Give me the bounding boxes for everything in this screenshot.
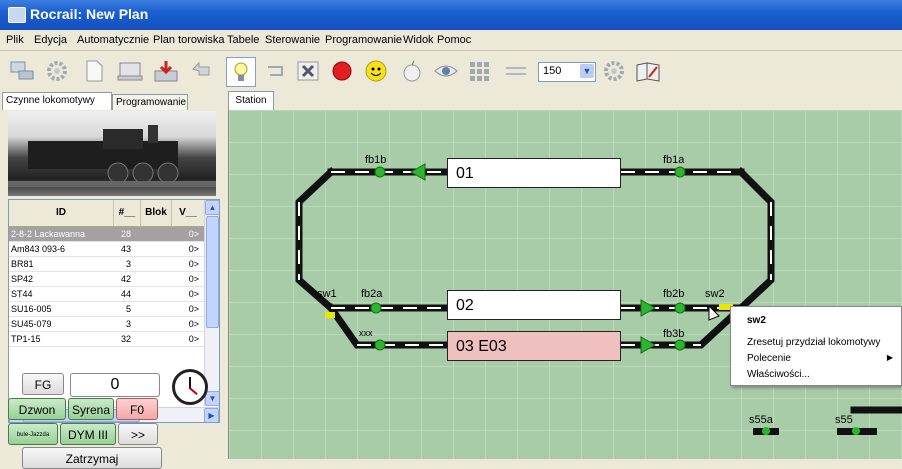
menu-edycja[interactable]: Edycja [34, 34, 67, 46]
block-02[interactable]: 02 [447, 290, 621, 320]
menu-item-reset-assignment[interactable]: Zresetuj przydział lokomotywy [747, 337, 880, 348]
column-header-speed[interactable]: V__ [172, 200, 205, 227]
block-03[interactable]: 03 E03 [447, 331, 621, 361]
apple-icon[interactable] [398, 57, 426, 85]
menu-tabele[interactable]: Tabele [227, 34, 259, 46]
block-01-label: 01 [456, 165, 474, 182]
tab-station[interactable]: Station [228, 91, 274, 110]
stop-button[interactable]: Zatrzymaj [22, 447, 162, 469]
loco-speed: 0> [188, 244, 199, 254]
table-row[interactable]: SU45-079 3 0> [9, 317, 204, 332]
menu-plik[interactable]: Plik [6, 34, 24, 46]
menu-bar: Plik Edycja Automatycznie Plan torowiska… [0, 30, 902, 51]
laptop-icon[interactable] [116, 57, 144, 85]
menu-programowanie[interactable]: Programowanie [325, 34, 402, 46]
syrena-button[interactable]: Syrena [68, 398, 114, 420]
menu-item-command[interactable]: Polecenie [747, 353, 791, 364]
title-bar: Rocrail: New Plan [0, 0, 902, 30]
dym-button[interactable]: DYM III [60, 423, 116, 445]
switch-label-sw1: sw1 [317, 288, 337, 300]
loop-icon[interactable] [262, 57, 290, 85]
zoom-select[interactable]: 150 ▼ [538, 62, 596, 82]
menu-plan-torowiska[interactable]: Plan torowiska [153, 34, 225, 46]
loco-speed: 0> [188, 304, 199, 314]
table-row[interactable]: 2-8-2 Lackawanna 28 0> [9, 227, 204, 242]
settings-icon[interactable] [44, 57, 72, 85]
left-panel: Czynne lokomotywy Programowanie ID #__ B… [0, 91, 225, 469]
book-icon[interactable] [634, 57, 662, 85]
loco-speed: 0> [188, 229, 199, 239]
fg-button[interactable]: FG [22, 373, 64, 395]
signal-label-s55: s55 [835, 414, 853, 426]
menu-item-properties[interactable]: Właściwości... [747, 369, 810, 380]
gear-icon[interactable] [600, 57, 628, 85]
table-row[interactable]: Am843 093-6 43 0> [9, 242, 204, 257]
close-icon[interactable] [294, 57, 322, 85]
lightbulb-icon[interactable] [226, 57, 256, 87]
loco-speed: 0> [188, 334, 199, 344]
dzwon-button[interactable]: Dzwon [8, 398, 66, 420]
computer-icon[interactable] [8, 57, 36, 85]
chevron-right-icon[interactable]: ▶ [204, 408, 219, 422]
track-plan[interactable]: 01 02 03 E03 fb1b fb1a sw1 fb2a fb2b sw2… [228, 110, 902, 459]
chevron-down-icon[interactable]: ▼ [205, 391, 219, 406]
block-02-label: 02 [456, 297, 474, 314]
loco-speed: 0> [188, 289, 199, 299]
tab-czynne-lokomotywy[interactable]: Czynne lokomotywy [2, 92, 112, 110]
f0-button[interactable]: F0 [116, 398, 158, 420]
locomotive-image [8, 111, 216, 196]
undo-icon[interactable] [188, 57, 216, 85]
new-file-icon[interactable] [80, 57, 108, 85]
chevron-up-icon[interactable]: ▲ [205, 200, 219, 215]
table-row[interactable]: SP42 42 0> [9, 272, 204, 287]
loco-speed: 0> [188, 259, 199, 269]
vertical-scrollbar[interactable]: ▲ ▼ [204, 200, 219, 406]
wave-icon[interactable] [502, 57, 530, 85]
menu-widok[interactable]: Widok [403, 34, 434, 46]
grid-icon[interactable] [466, 57, 494, 85]
sensor-label-fb2b: fb2b [663, 288, 685, 300]
sensor-label-fb1a: fb1a [663, 154, 685, 166]
speed-field[interactable]: 0 [70, 373, 160, 397]
switch-indicator [325, 312, 335, 318]
sensor-label-fb1b: fb1b [365, 154, 387, 166]
block-01[interactable]: 01 [447, 158, 621, 188]
signal-label-s55a: s55a [749, 414, 773, 426]
app-icon [8, 7, 26, 23]
more-functions-button[interactable]: >> [118, 423, 158, 445]
menu-pomoc[interactable]: Pomoc [437, 34, 471, 46]
tab-programowanie[interactable]: Programowanie [112, 94, 188, 110]
chevron-down-icon[interactable]: ▼ [580, 64, 594, 78]
zoom-value: 150 [543, 65, 562, 77]
menu-automatycznie[interactable]: Automatycznie [77, 34, 149, 46]
sensor-label-fb2a: fb2a [361, 288, 383, 300]
function-button-small[interactable]: bule-Jazzda [8, 423, 58, 445]
save-icon[interactable] [152, 57, 180, 85]
loco-speed: 0> [188, 319, 199, 329]
eye-icon[interactable] [432, 57, 460, 85]
menu-sterowanie[interactable]: Sterowanie [265, 34, 320, 46]
window-title: Rocrail: New Plan [30, 6, 149, 22]
column-header-block[interactable]: Blok [141, 200, 172, 227]
scrollbar-thumb[interactable] [206, 216, 219, 328]
context-menu-title: sw2 [747, 315, 766, 326]
column-header-number[interactable]: #__ [114, 200, 141, 227]
switch-label-sw2: sw2 [705, 288, 725, 300]
submenu-arrow-icon: ▶ [886, 353, 893, 362]
context-menu: sw2 Zresetuj przydział lokomotywy Polece… [730, 306, 902, 386]
table-row[interactable]: ST44 44 0> [9, 287, 204, 302]
table-row[interactable]: SU16-005 5 0> [9, 302, 204, 317]
loco-speed: 0> [188, 274, 199, 284]
clock-icon [172, 369, 208, 405]
block-03-label: 03 E03 [456, 338, 507, 355]
sensor-label-fb3b: fb3b [663, 328, 685, 340]
smiley-icon[interactable] [362, 57, 390, 85]
switch-label-xxx: xxx [359, 328, 373, 338]
toolbar: 150 ▼ [0, 51, 902, 91]
table-row[interactable]: TP1-15 32 0> [9, 332, 204, 347]
table-row[interactable]: BR81 3 0> [9, 257, 204, 272]
column-header-id[interactable]: ID [9, 200, 114, 227]
stop-icon[interactable] [328, 57, 356, 85]
